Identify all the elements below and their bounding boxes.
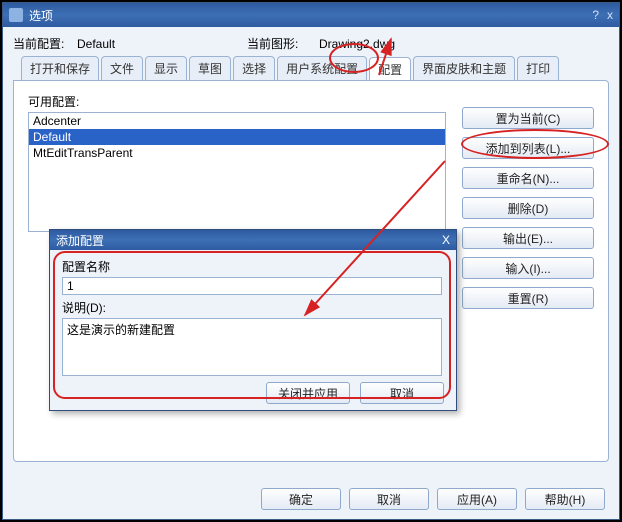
tab-open-save[interactable]: 打开和保存 — [21, 56, 99, 80]
modal-cancel-button[interactable]: 取消 — [360, 382, 444, 404]
options-dialog: 选项 ? x 当前配置: Default 当前图形: Drawing2.dwg … — [2, 2, 620, 520]
modal-title-bar: 添加配置 X — [50, 230, 456, 250]
available-profiles-label: 可用配置: — [28, 93, 446, 110]
title-bar: 选项 ? x — [3, 3, 619, 27]
profile-desc-label: 说明(D): — [62, 299, 444, 316]
tab-drafting[interactable]: 草图 — [189, 56, 231, 80]
window-title: 选项 — [29, 7, 592, 24]
import-button[interactable]: 输入(I)... — [462, 257, 594, 279]
current-drawing-value: Drawing2.dwg — [319, 37, 395, 51]
rename-button[interactable]: 重命名(N)... — [462, 167, 594, 189]
help-icon[interactable]: ? — [592, 8, 599, 22]
apply-button[interactable]: 应用(A) — [437, 488, 517, 510]
add-profile-dialog: 添加配置 X 配置名称 1 说明(D): 这是演示的新建配置 关闭并应用 取消 — [49, 229, 457, 411]
current-profile-value: Default — [77, 37, 247, 51]
tab-display[interactable]: 显示 — [145, 56, 187, 80]
window-controls: ? x — [592, 8, 613, 22]
list-item[interactable]: MtEditTransParent — [29, 145, 445, 161]
modal-title: 添加配置 — [56, 232, 104, 249]
tab-files[interactable]: 文件 — [101, 56, 143, 80]
modal-close-icon[interactable]: X — [442, 233, 450, 247]
tab-strip: 打开和保存 文件 显示 草图 选择 用户系统配置 配置 界面皮肤和主题 打印 — [13, 56, 609, 80]
current-drawing-label: 当前图形: — [247, 35, 319, 52]
delete-button[interactable]: 删除(D) — [462, 197, 594, 219]
list-item[interactable]: Adcenter — [29, 113, 445, 129]
help-button[interactable]: 帮助(H) — [525, 488, 605, 510]
export-button[interactable]: 输出(E)... — [462, 227, 594, 249]
list-item[interactable]: Default — [29, 129, 445, 145]
tab-print[interactable]: 打印 — [517, 56, 559, 80]
dialog-footer: 确定 取消 应用(A) 帮助(H) — [3, 479, 619, 519]
profile-name-input[interactable]: 1 — [62, 277, 442, 295]
profiles-listbox[interactable]: Adcenter Default MtEditTransParent — [28, 112, 446, 232]
add-to-list-button[interactable]: 添加到列表(L)... — [462, 137, 594, 159]
info-row: 当前配置: Default 当前图形: Drawing2.dwg — [13, 35, 609, 52]
current-profile-label: 当前配置: — [13, 35, 77, 52]
tab-user-prefs[interactable]: 用户系统配置 — [277, 56, 367, 80]
close-apply-button[interactable]: 关闭并应用 — [266, 382, 350, 404]
profile-name-label: 配置名称 — [62, 258, 444, 275]
profile-desc-input[interactable]: 这是演示的新建配置 — [62, 318, 442, 376]
app-icon — [9, 8, 23, 22]
ok-button[interactable]: 确定 — [261, 488, 341, 510]
tab-selection[interactable]: 选择 — [233, 56, 275, 80]
reset-button[interactable]: 重置(R) — [462, 287, 594, 309]
set-current-button[interactable]: 置为当前(C) — [462, 107, 594, 129]
cancel-button[interactable]: 取消 — [349, 488, 429, 510]
tab-skins[interactable]: 界面皮肤和主题 — [413, 56, 515, 80]
tab-profiles[interactable]: 配置 — [369, 57, 411, 81]
close-icon[interactable]: x — [607, 8, 613, 22]
